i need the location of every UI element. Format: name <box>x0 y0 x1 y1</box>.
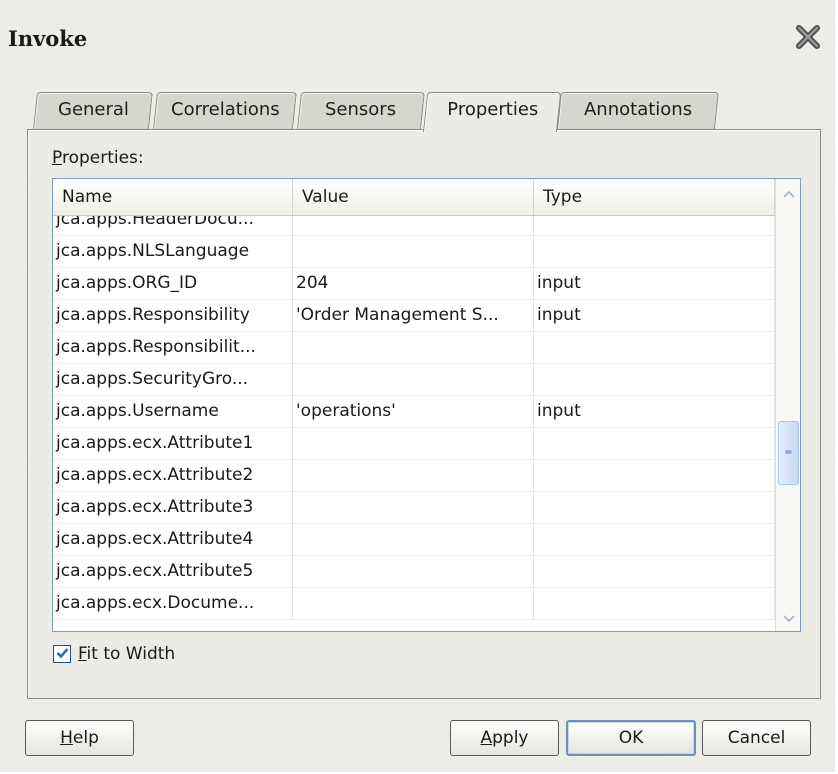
cell-value[interactable]: 204 <box>293 268 534 299</box>
cell-value[interactable] <box>293 428 534 459</box>
checkmark-icon <box>56 644 69 664</box>
chevron-up-icon <box>782 184 796 203</box>
properties-label: Properties: <box>52 148 144 168</box>
cell-type[interactable] <box>534 332 775 363</box>
chevron-down-icon <box>782 609 796 628</box>
table-row[interactable]: jca.apps.NLSLanguage <box>53 236 775 268</box>
cell-type[interactable]: input <box>534 268 775 299</box>
table-row[interactable]: jca.apps.HeaderDocu... <box>53 216 775 236</box>
column-header-value[interactable]: Value <box>293 179 534 215</box>
cell-name[interactable]: jca.apps.Username <box>53 396 293 427</box>
tab-sensors[interactable]: Sensors <box>297 92 425 129</box>
scrollbar-thumb[interactable] <box>778 421 799 485</box>
table-row[interactable]: jca.apps.ecx.Attribute5 <box>53 556 775 588</box>
cell-value[interactable] <box>293 556 534 587</box>
fit-to-width-label: Fit to Width <box>78 644 176 664</box>
cell-type[interactable] <box>534 216 775 235</box>
fit-to-width-checkbox[interactable]: Fit to Width <box>53 644 175 664</box>
scroll-down-button[interactable] <box>776 606 800 630</box>
tab-properties[interactable]: Properties <box>423 92 562 132</box>
cell-value[interactable] <box>293 524 534 555</box>
cell-type[interactable] <box>534 236 775 267</box>
scroll-grip-icon <box>785 450 792 454</box>
cell-value[interactable] <box>293 588 534 619</box>
dialog-title: Invoke <box>8 26 88 51</box>
cell-type[interactable] <box>534 492 775 523</box>
cell-value[interactable] <box>293 492 534 523</box>
scroll-up-button[interactable] <box>776 181 800 205</box>
cell-value[interactable] <box>293 364 534 395</box>
cancel-button[interactable]: Cancel <box>702 720 811 756</box>
column-header-type[interactable]: Type <box>534 179 775 215</box>
cell-value[interactable] <box>293 236 534 267</box>
tab-correlations[interactable]: Correlations <box>153 92 297 129</box>
table-row[interactable]: jca.apps.ecx.Attribute3 <box>53 492 775 524</box>
cell-type[interactable] <box>534 588 775 619</box>
cell-type[interactable] <box>534 556 775 587</box>
table-row[interactable]: jca.apps.ecx.Attribute4 <box>53 524 775 556</box>
table-row[interactable]: jca.apps.SecurityGro... <box>53 364 775 396</box>
cell-name[interactable]: jca.apps.ecx.Attribute5 <box>53 556 293 587</box>
cell-name[interactable]: jca.apps.Responsibilit... <box>53 332 293 363</box>
apply-button[interactable]: Apply <box>450 720 559 756</box>
table-row[interactable]: jca.apps.ecx.Docume... <box>53 588 775 620</box>
tab-annotations[interactable]: Annotations <box>557 92 719 129</box>
cell-name[interactable]: jca.apps.ecx.Attribute2 <box>53 460 293 491</box>
table-row[interactable]: jca.apps.Responsibility 'Order Management… <box>53 300 775 332</box>
cell-name[interactable]: jca.apps.Responsibility <box>53 300 293 331</box>
tab-bar: General Correlations Sensors Properties … <box>33 92 733 132</box>
table-rows: jca.apps.HeaderDocu... jca.apps.NLSLangua… <box>53 216 775 620</box>
help-button[interactable]: Help <box>25 720 134 756</box>
checkbox-box[interactable] <box>53 645 71 663</box>
table-row[interactable]: jca.apps.Responsibilit... <box>53 332 775 364</box>
cell-value[interactable]: 'Order Management S... <box>293 300 534 331</box>
cell-value[interactable] <box>293 332 534 363</box>
cell-name[interactable]: jca.apps.ecx.Attribute4 <box>53 524 293 555</box>
cell-name[interactable]: jca.apps.ecx.Attribute1 <box>53 428 293 459</box>
cell-name[interactable]: jca.apps.ORG_ID <box>53 268 293 299</box>
cell-type[interactable] <box>534 364 775 395</box>
cell-name[interactable]: jca.apps.SecurityGro... <box>53 364 293 395</box>
cell-name[interactable]: jca.apps.ecx.Attribute3 <box>53 492 293 523</box>
cell-type[interactable] <box>534 524 775 555</box>
cell-value[interactable]: 'operations' <box>293 396 534 427</box>
cell-name[interactable]: jca.apps.ecx.Docume... <box>53 588 293 619</box>
cell-type[interactable]: input <box>534 396 775 427</box>
tab-general[interactable]: General <box>33 92 153 129</box>
cell-type[interactable]: input <box>534 300 775 331</box>
table-row[interactable]: jca.apps.ORG_ID 204 input <box>53 268 775 300</box>
close-x-icon <box>795 24 821 54</box>
cell-name[interactable]: jca.apps.HeaderDocu... <box>53 216 293 235</box>
table-body: jca.apps.HeaderDocu... jca.apps.NLSLangua… <box>53 216 775 631</box>
table-header: Name Value Type <box>53 179 775 216</box>
cell-type[interactable] <box>534 428 775 459</box>
cell-name[interactable]: jca.apps.NLSLanguage <box>53 236 293 267</box>
table-row[interactable]: jca.apps.ecx.Attribute1 <box>53 428 775 460</box>
column-header-name[interactable]: Name <box>53 179 293 215</box>
invoke-dialog: Invoke General Correlations Sensors Prop… <box>0 0 835 772</box>
vertical-scrollbar[interactable] <box>775 179 800 631</box>
properties-table: Name Value Type jca.apps.HeaderDocu... jc… <box>52 178 801 632</box>
table-row[interactable]: jca.apps.Username'operations' input <box>53 396 775 428</box>
cell-type[interactable] <box>534 460 775 491</box>
cell-value[interactable] <box>293 460 534 491</box>
cell-value[interactable] <box>293 216 534 235</box>
close-button[interactable] <box>793 24 823 54</box>
table-row[interactable]: jca.apps.ecx.Attribute2 <box>53 460 775 492</box>
ok-button[interactable]: OK <box>566 720 696 756</box>
